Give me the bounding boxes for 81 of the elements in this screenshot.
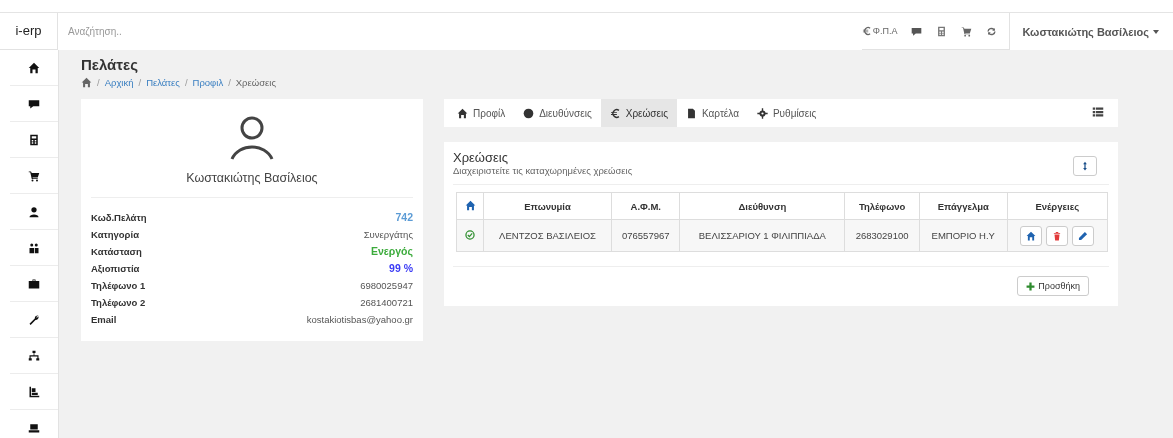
column-header: Α.Φ.Μ.: [611, 192, 680, 220]
trash-icon: [1052, 230, 1063, 241]
table-cell: ΒΕΛΙΣΣΑΡΙΟΥ 1 ΦΙΛΙΠΠΙΑΔΑ: [680, 219, 845, 252]
field-label: Κωδ.Πελάτη: [91, 211, 147, 225]
chat-icon: [28, 97, 40, 110]
laptop-icon: [28, 421, 40, 434]
refresh-icon: [986, 25, 998, 37]
field-label: Κατηγορία: [91, 228, 139, 242]
search-field[interactable]: Αναζήτηση..: [58, 13, 862, 50]
wrench-icon: [28, 313, 40, 326]
page-title: Πελάτες: [81, 56, 139, 73]
field-label: Τηλέφωνο 1: [91, 279, 146, 293]
home-icon: [28, 61, 40, 74]
home-icon: [81, 77, 92, 88]
edit-button[interactable]: [1072, 225, 1095, 246]
column-header: Επάγγελμα: [919, 192, 1008, 220]
breadcrumb-current: Χρεώσεις: [235, 77, 276, 88]
cart-icon: [961, 25, 973, 37]
chat-icon: [911, 25, 923, 37]
vat-label[interactable]: Φ.Π.Α: [872, 26, 898, 36]
field-value: Ενεργός: [370, 244, 413, 259]
avatar-icon: [229, 115, 275, 161]
field-value: Συνεργάτης: [363, 228, 413, 242]
user-menu[interactable]: Κωστακιώτης Βασίλειος: [1010, 13, 1173, 50]
breadcrumb-link[interactable]: Αρχική: [104, 77, 134, 88]
table-cell: 2683029100: [844, 219, 920, 252]
expand-button[interactable]: [1073, 156, 1097, 176]
table-cell: 076557967: [611, 219, 680, 252]
file-icon: [686, 107, 697, 119]
field-label: Αξιοπιστία: [91, 262, 140, 276]
breadcrumb-separator: /: [97, 77, 100, 88]
tab[interactable]: Ρυθμίσεις: [747, 99, 826, 127]
brand-logo[interactable]: i-erp: [0, 13, 58, 50]
chart-icon: [28, 385, 40, 398]
vat-link[interactable]: Φ.Π.Α: [861, 26, 898, 36]
list-icon: [1092, 106, 1104, 118]
home-icon: [457, 107, 468, 119]
cart-icon: [28, 169, 40, 182]
column-header: Επωνυμία: [483, 192, 612, 220]
column-header: Τηλέφωνο: [844, 192, 920, 220]
breadcrumb-separator: /: [138, 77, 142, 88]
calculator-icon: [936, 25, 948, 37]
column-header: Ενέργειες: [1007, 192, 1108, 220]
field-value: kostakiotisbas@yahoo.gr: [306, 313, 413, 327]
table-cell: ΛΕΝΤΖΟΣ ΒΑΣΙΛΕΙΟΣ: [483, 219, 612, 252]
panel-subtitle: Διαχειριστείτε τις καταχωρημένες χρεώσεις: [453, 165, 633, 176]
panel-title: Χρεώσεις: [453, 150, 509, 165]
table-cell: ΕΜΠΟΡΙΟ Η.Υ: [919, 219, 1008, 252]
users-icon: [28, 241, 40, 254]
check-circle-icon: [465, 229, 475, 240]
tab[interactable]: Προφίλ: [448, 99, 515, 127]
field-label: Τηλέφωνο 2: [91, 296, 146, 310]
breadcrumb-separator: /: [184, 77, 188, 88]
euro-icon: [609, 107, 621, 119]
home-icon: [464, 199, 476, 211]
column-header: Διεύθυνση: [680, 192, 845, 220]
breadcrumb-link[interactable]: Προφιλ: [192, 77, 224, 88]
calculator-icon: [28, 133, 40, 146]
field-label: Κατάσταση: [91, 245, 142, 259]
briefcase-icon: [28, 277, 40, 290]
user-icon: [28, 205, 40, 218]
customer-name: Κωστακιώτης Βασίλειος: [91, 171, 413, 198]
euro-icon: [861, 26, 872, 36]
home-icon: [1026, 230, 1037, 241]
plus-icon: [1026, 281, 1036, 291]
breadcrumb-link[interactable]: Πελάτες: [146, 77, 180, 88]
caret-icon: [1153, 29, 1159, 34]
sitemap-icon: [28, 349, 40, 362]
tab[interactable]: Καρτέλα: [677, 99, 748, 127]
field-value: 2681400721: [360, 296, 413, 310]
home-button[interactable]: [1020, 225, 1043, 246]
tab[interactable]: Χρεώσεις: [600, 99, 677, 127]
field-label: Email: [91, 313, 117, 327]
tab[interactable]: Διευθύνσεις: [514, 99, 601, 127]
field-value: 99 %: [389, 261, 413, 276]
add-button[interactable]: Προσθήκη: [1017, 276, 1089, 296]
delete-button[interactable]: [1046, 225, 1069, 246]
pencil-icon: [1078, 230, 1089, 241]
field-value: 6980025947: [360, 279, 413, 293]
field-value: 742: [395, 210, 413, 225]
breadcrumb-separator: /: [228, 77, 231, 88]
